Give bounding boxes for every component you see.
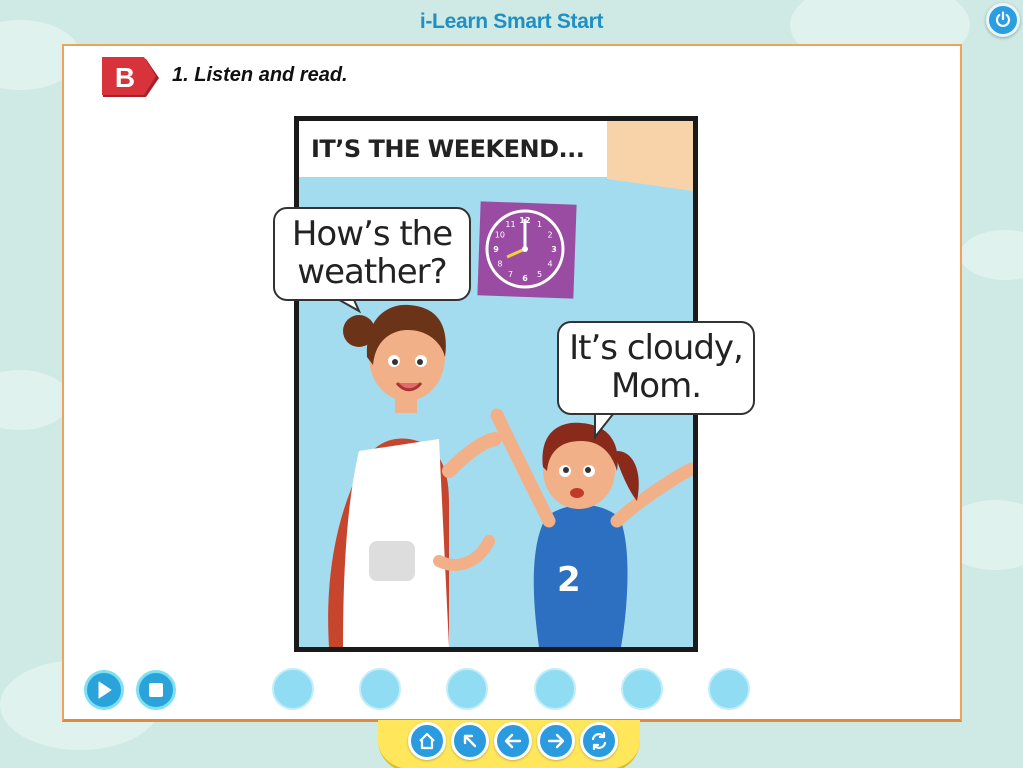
background-cloud (960, 230, 1023, 280)
clock-number: 3 (551, 245, 557, 254)
instruction-text: 1. Listen and read. (172, 64, 348, 86)
clock-number: 5 (537, 270, 542, 279)
clock-number: 9 (493, 245, 499, 254)
next-icon (547, 733, 565, 749)
clock-number: 8 (497, 260, 502, 269)
speech-bubble-girl: It’s cloudy, Mom. (557, 321, 755, 415)
comic-caption: IT’S THE WEEKEND... (299, 121, 607, 177)
navigation-bar (378, 720, 640, 768)
background-cloud (0, 370, 70, 430)
clock-number: 4 (548, 260, 553, 269)
clock-number: 11 (505, 220, 515, 229)
comic-panel: 12 1 2 3 4 5 6 7 8 9 10 11 2 IT’S THE WE… (273, 116, 755, 652)
stop-button[interactable] (136, 670, 176, 710)
wall-corner (607, 121, 693, 191)
mother-character (328, 304, 502, 647)
refresh-button[interactable] (580, 722, 618, 760)
next-button[interactable] (537, 722, 575, 760)
stop-icon (149, 683, 163, 697)
section-letter: B (114, 62, 136, 93)
clock-number: 1 (537, 220, 542, 229)
girl-character: 2 (490, 408, 693, 647)
back-to-top-icon (463, 734, 477, 748)
clock-number: 10 (495, 231, 505, 240)
play-icon (98, 681, 112, 699)
sentence-dot-1[interactable] (272, 668, 314, 710)
lesson-page: B 1. Listen and read. 12 1 2 3 4 5 6 7 8 9 10 11 (62, 44, 962, 722)
power-button[interactable] (986, 3, 1020, 37)
section-badge: B (100, 56, 162, 100)
home-icon (419, 732, 435, 750)
clock-number: 2 (548, 231, 553, 240)
previous-icon (504, 733, 522, 749)
play-button[interactable] (84, 670, 124, 710)
sentence-dot-3[interactable] (446, 668, 488, 710)
previous-button[interactable] (494, 722, 532, 760)
shirt-number: 2 (557, 560, 581, 600)
power-icon (995, 11, 1011, 27)
clock-number: 12 (519, 216, 530, 225)
refresh-icon (591, 732, 607, 750)
sentence-dot-6[interactable] (708, 668, 750, 710)
sentence-dot-5[interactable] (621, 668, 663, 710)
sentence-dot-4[interactable] (534, 668, 576, 710)
clock-number: 7 (508, 270, 513, 279)
home-button[interactable] (408, 722, 446, 760)
back-to-top-button[interactable] (451, 722, 489, 760)
app-title: i-Learn Smart Start (419, 10, 604, 33)
sentence-dot-2[interactable] (359, 668, 401, 710)
wall-clock: 12 12 3 45678 9 1011 (477, 201, 577, 299)
speech-bubble-mom: How’s the weather? (273, 207, 471, 301)
clock-number: 6 (522, 274, 528, 283)
